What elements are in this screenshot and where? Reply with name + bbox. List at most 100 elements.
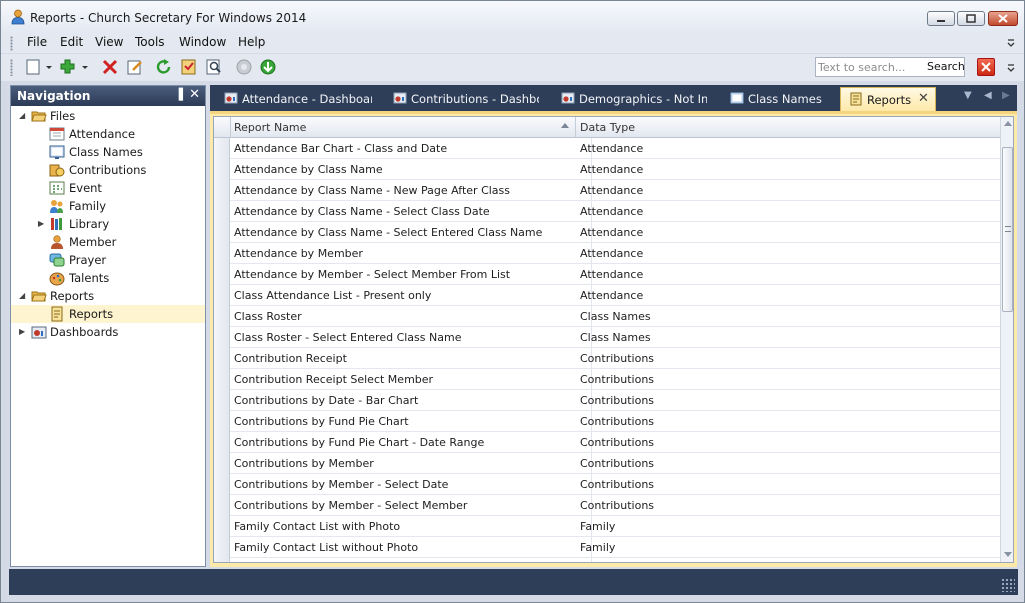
tab-class-names[interactable]: Class Names (728, 87, 833, 111)
cell-report-name: Contributions by Fund Pie Chart (234, 415, 409, 428)
collapsed-arrow-icon[interactable]: ▶ (38, 219, 46, 229)
tree-item-talents[interactable]: Talents (11, 269, 205, 287)
tree-item-files[interactable]: ◢ Files (11, 107, 205, 125)
tab-demographics[interactable]: Demographics - Not Int (559, 87, 707, 111)
menu-file[interactable]: File (27, 35, 47, 49)
refresh-icon[interactable] (155, 58, 173, 76)
column-header-report-name[interactable]: Report Name (234, 121, 306, 134)
tab-close-icon[interactable]: ✕ (918, 91, 929, 106)
expanded-arrow-icon[interactable]: ◢ (19, 111, 27, 121)
menu-help[interactable]: Help (238, 35, 265, 49)
toolbar-overflow-icon[interactable] (1006, 63, 1016, 73)
tree-item-dashboards[interactable]: ▶ Dashboards (11, 323, 205, 341)
report-doc-icon (51, 306, 63, 322)
table-row[interactable]: Class Attendance List - Present only Atte… (230, 285, 1000, 306)
search-input[interactable] (818, 60, 914, 74)
vertical-scrollbar[interactable] (1000, 117, 1013, 562)
table-row[interactable]: Attendance by Member - Select Member Fro… (230, 264, 1000, 285)
table-row[interactable]: Attendance by Class Name - Select Entere… (230, 222, 1000, 243)
close-button[interactable] (988, 11, 1018, 26)
cell-report-name: Attendance by Class Name (234, 163, 383, 176)
tree-item-reports[interactable]: Reports (11, 305, 205, 323)
tree-item-family[interactable]: Family (11, 197, 205, 215)
column-header-data-type[interactable]: Data Type (580, 121, 635, 134)
table-row[interactable]: Attendance by Class Name - Select Class … (230, 201, 1000, 222)
minimize-icon (937, 20, 945, 22)
tree-item-event[interactable]: Event (11, 179, 205, 197)
menubar-grip[interactable] (10, 36, 13, 51)
minimize-button[interactable] (927, 11, 955, 26)
cell-data-type: Contributions (580, 415, 655, 428)
table-row[interactable]: Contributions by Date - Bar Chart Contrib… (230, 390, 1000, 411)
table-row[interactable]: Attendance by Class Name - New Page Afte… (230, 180, 1000, 201)
clear-search-button[interactable] (977, 58, 995, 76)
navigation-close-icon[interactable]: ✕ (189, 87, 200, 102)
tree-item-reports-folder[interactable]: ◢ Reports (11, 287, 205, 305)
table-row[interactable]: Class Roster Class Names (230, 306, 1000, 327)
new-dropdown-icon[interactable] (45, 58, 53, 76)
navigation-pane: Navigation ▐ ✕ ◢ Files Attendance Class … (10, 85, 206, 567)
table-row[interactable]: Class Roster - Select Entered Class Name… (230, 327, 1000, 348)
search-box: Search (815, 57, 965, 77)
cell-report-name: Contribution Receipt (234, 352, 347, 365)
tab-attendance-dashboard[interactable]: Attendance - Dashboar (222, 87, 372, 111)
tree-item-member[interactable]: Member (11, 233, 205, 251)
scroll-up-icon[interactable] (1004, 121, 1012, 126)
cell-data-type: Contributions (580, 478, 655, 491)
tree-item-library[interactable]: ▶ Library (11, 215, 205, 233)
cell-data-type: Contributions (580, 499, 655, 512)
sort-ascending-icon (561, 123, 569, 128)
tree-item-class-names[interactable]: Class Names (11, 143, 205, 161)
delete-icon[interactable] (101, 58, 119, 76)
collapsed-arrow-icon[interactable]: ▶ (19, 327, 27, 337)
table-row[interactable]: Contributions by Member Contributions (230, 453, 1000, 474)
maximize-button[interactable] (957, 11, 985, 26)
menu-tools[interactable]: Tools (135, 35, 165, 49)
tab-contributions-dashboard[interactable]: Contributions - Dashbo (391, 87, 539, 111)
menu-edit[interactable]: Edit (60, 35, 83, 49)
new-icon[interactable] (25, 58, 41, 76)
menu-window[interactable]: Window (179, 35, 226, 49)
menu-bar: File Edit View Tools Window Help (1, 33, 1024, 53)
table-row[interactable]: Family Contact List with Photo Family (230, 516, 1000, 537)
table-row[interactable]: Contributions by Member - Select Date Con… (230, 474, 1000, 495)
menu-overflow-icon[interactable] (1006, 38, 1016, 48)
class-names-icon (49, 145, 65, 159)
table-row[interactable]: Attendance Bar Chart - Class and Date Att… (230, 138, 1000, 159)
scrollbar-thumb[interactable] (1002, 147, 1013, 312)
table-row[interactable]: Family Contact List without Photo Family (230, 537, 1000, 558)
tree-item-prayer[interactable]: Prayer (11, 251, 205, 269)
resize-grip-icon[interactable] (1001, 578, 1015, 592)
tab-scroll-right-icon[interactable]: ▶ (1002, 90, 1010, 101)
tab-list-icon[interactable]: ▼ (964, 90, 972, 101)
tree-item-attendance[interactable]: Attendance (11, 125, 205, 143)
add-dropdown-icon[interactable] (81, 58, 89, 76)
table-row[interactable]: Contribution Receipt Contributions (230, 348, 1000, 369)
cell-data-type: Attendance (580, 184, 644, 197)
scroll-down-icon[interactable] (1004, 552, 1012, 557)
go-icon[interactable] (259, 58, 277, 76)
report-icon[interactable] (180, 58, 198, 76)
add-icon[interactable] (59, 58, 77, 76)
menu-view[interactable]: View (95, 35, 123, 49)
stop-icon[interactable] (236, 58, 254, 76)
table-row[interactable]: Contributions by Fund Pie Chart Contribut… (230, 411, 1000, 432)
header-separator[interactable] (575, 117, 576, 138)
preview-icon[interactable] (205, 58, 223, 76)
tab-scroll-left-icon[interactable]: ◀ (984, 90, 992, 101)
search-button[interactable]: Search (927, 60, 965, 73)
tab-reports[interactable]: Reports ✕ (840, 87, 936, 111)
table-row[interactable]: Contribution Receipt Select Member Contri… (230, 369, 1000, 390)
edit-icon[interactable] (126, 58, 144, 76)
table-row[interactable]: Attendance by Class Name Attendance (230, 159, 1000, 180)
pin-icon[interactable]: ▐ (175, 88, 183, 101)
expanded-arrow-icon[interactable]: ◢ (19, 291, 27, 301)
cell-data-type: Contributions (580, 457, 655, 470)
tree-label: Dashboards (50, 325, 119, 339)
tree-item-contributions[interactable]: Contributions (11, 161, 205, 179)
cell-data-type: Class Names (580, 331, 651, 344)
table-row[interactable]: Contributions by Member - Select Member C… (230, 495, 1000, 516)
table-row[interactable]: Contributions by Fund Pie Chart - Date R… (230, 432, 1000, 453)
toolbar-grip[interactable] (10, 59, 13, 76)
table-row[interactable]: Attendance by Member Attendance (230, 243, 1000, 264)
